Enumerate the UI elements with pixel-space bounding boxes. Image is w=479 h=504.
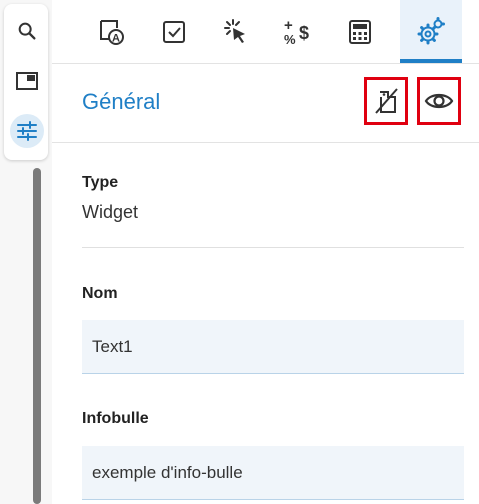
tooltip-field[interactable] [82,446,464,500]
svg-text:$: $ [299,23,309,43]
left-rail [0,0,53,504]
auto-format-icon: A [100,19,124,45]
name-field[interactable] [82,320,464,374]
tab-validation[interactable] [143,0,205,63]
rail-search-button[interactable] [10,14,44,48]
rail-window-button[interactable] [10,64,44,98]
tab-auto-format[interactable]: A [81,0,143,63]
rail-panel [4,4,48,160]
eye-icon [424,93,454,109]
rail-scrollbar[interactable] [33,168,41,504]
properties-panel: A + % $ Général Type Widget Nom Text1 In… [52,0,479,504]
section-title: Général [82,89,161,114]
svg-text:A: A [112,32,120,44]
tab-general-settings[interactable] [400,0,462,63]
visibility-button[interactable] [417,77,461,125]
plus-percent-dollar-icon: + % $ [284,17,309,47]
tab-events[interactable] [205,0,267,63]
click-cursor-icon [224,18,245,43]
divider [82,247,464,248]
type-label: Type [82,174,119,191]
checkbox-icon [163,20,185,43]
tab-bar: A + % $ [52,0,479,64]
tab-calculation[interactable] [329,0,391,63]
tooltip-label: Infobulle [82,410,149,427]
section-header: Général [52,64,479,143]
calculator-icon [349,19,371,44]
window-icon [16,72,38,90]
active-tab-indicator [400,59,462,63]
hide-tag-button[interactable] [364,77,408,125]
sliders-icon [17,121,37,141]
gears-icon [417,16,445,44]
search-icon [18,22,36,40]
svg-text:%: % [284,32,296,47]
tab-formatting[interactable]: + % $ [267,0,329,63]
type-value: Widget [82,202,139,222]
rail-properties-button[interactable] [10,114,44,148]
crossed-out-tag-icon [375,88,398,114]
name-label: Nom [82,285,118,302]
